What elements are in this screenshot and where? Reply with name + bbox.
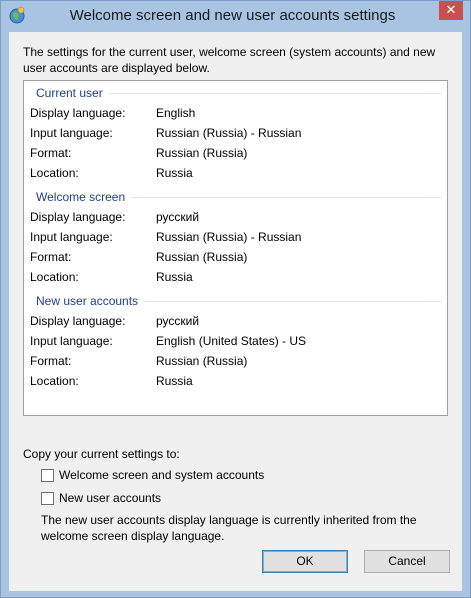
window-title: Welcome screen and new user accounts set… <box>69 7 396 24</box>
group-title: New user accounts <box>36 294 139 308</box>
row-value: Russian (Russia) <box>156 250 248 264</box>
row-label: Location: <box>30 166 79 180</box>
region-globe-icon <box>9 6 25 24</box>
row-value: Russian (Russia) - Russian <box>156 230 302 244</box>
new-user-accounts-checkbox[interactable] <box>41 491 54 505</box>
group-header-welcome-screen: Welcome screen <box>30 189 441 205</box>
row-label: Location: <box>30 270 79 284</box>
description-text: The settings for the current user, welco… <box>23 45 436 75</box>
row-label: Format: <box>30 146 72 160</box>
row-value: English (United States) - US <box>156 334 307 348</box>
group-header-new-user-accounts: New user accounts <box>30 293 441 309</box>
row-value: English <box>156 106 196 120</box>
group-title: Current user <box>36 86 103 100</box>
inheritance-note: The new user accounts display language i… <box>41 513 417 543</box>
row-value: Russian (Russia) - Russian <box>156 126 302 140</box>
row-value: русский <box>156 314 200 328</box>
row-value: Russian (Russia) <box>156 354 248 368</box>
row-label: Input language: <box>30 230 113 244</box>
divider <box>108 93 441 94</box>
divider <box>131 197 441 198</box>
dialog-window: Welcome screen and new user accounts set… <box>0 0 471 598</box>
welcome-screen-checkbox[interactable] <box>41 468 54 482</box>
checkbox-label[interactable]: New user accounts <box>59 491 161 505</box>
group-title: Welcome screen <box>36 190 126 204</box>
dialog-body: The settings for the current user, welco… <box>9 32 462 591</box>
checkbox-label[interactable]: Welcome screen and system accounts <box>59 468 264 482</box>
group-header-current-user: Current user <box>30 85 441 101</box>
row-label: Format: <box>30 354 72 368</box>
row-value: Russia <box>156 270 193 284</box>
row-value: Russia <box>156 374 193 388</box>
row-label: Input language: <box>30 126 113 140</box>
row-value: Russia <box>156 166 193 180</box>
divider <box>144 301 441 302</box>
row-label: Format: <box>30 250 72 264</box>
row-label: Display language: <box>30 210 126 224</box>
row-value: Russian (Russia) <box>156 146 248 160</box>
title-bar[interactable]: Welcome screen and new user accounts set… <box>1 1 470 31</box>
row-label: Display language: <box>30 314 126 328</box>
settings-panel: Current user Display language: English I… <box>23 80 448 416</box>
row-label: Location: <box>30 374 79 388</box>
cancel-button[interactable]: Cancel <box>364 550 450 573</box>
new-user-accounts-checkbox-row[interactable]: New user accounts <box>41 490 161 506</box>
welcome-screen-checkbox-row[interactable]: Welcome screen and system accounts <box>41 467 264 483</box>
row-label: Input language: <box>30 334 113 348</box>
copy-settings-label: Copy your current settings to: <box>23 447 180 461</box>
close-icon[interactable]: ✕ <box>439 1 463 20</box>
ok-button[interactable]: OK <box>262 550 348 573</box>
row-value: русский <box>156 210 200 224</box>
row-label: Display language: <box>30 106 126 120</box>
